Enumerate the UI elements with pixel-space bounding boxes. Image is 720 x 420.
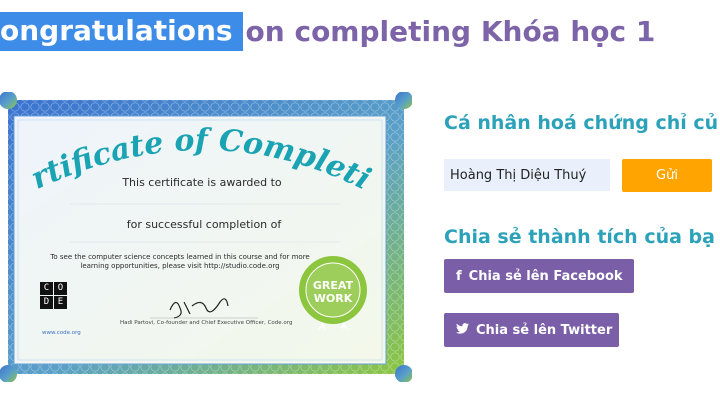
share-facebook-button[interactable]: f Chia sẻ lên Facebook: [444, 259, 634, 293]
share-twitter-label: Chia sẻ lên Twitter: [476, 322, 613, 338]
logo-letter: C: [40, 282, 53, 295]
share-twitter-button[interactable]: Chia sẻ lên Twitter: [444, 313, 619, 347]
name-input[interactable]: [444, 159, 610, 191]
page-title: ongratulations on completing Khóa học 1: [0, 8, 655, 54]
certificate-completion-line: for successful completion of: [126, 218, 282, 231]
svg-text:GREAT: GREAT: [313, 279, 354, 292]
page-title-rest: on completing Khóa học 1: [245, 14, 656, 48]
code-org-logo: C O D D E: [40, 282, 81, 309]
page-title-highlight: ongratulations: [0, 11, 243, 51]
signature-caption: Hadi Partovi, Co-founder and Chief Execu…: [120, 320, 293, 326]
twitter-icon: [456, 322, 469, 338]
logo-letter: D: [40, 296, 53, 309]
share-heading: Chia sẻ thành tích của bạ: [444, 226, 715, 248]
certificate-awarded-line: This certificate is awarded to: [122, 176, 282, 189]
site-label: www.code.org: [42, 330, 81, 336]
facebook-icon: f: [456, 268, 462, 284]
logo-letter: O: [54, 282, 67, 295]
send-button[interactable]: Gửi: [622, 159, 712, 192]
certificate-image: Certificate of Completion GREAT WORK: [0, 92, 412, 382]
share-facebook-label: Chia sẻ lên Facebook: [468, 268, 623, 284]
logo-letter: E: [54, 296, 67, 309]
personalize-heading: Cá nhân hoá chứng chỉ củ: [444, 112, 719, 134]
svg-text:WORK: WORK: [314, 292, 353, 305]
certificate-info-text: To see the computer science concepts lea…: [50, 253, 310, 270]
